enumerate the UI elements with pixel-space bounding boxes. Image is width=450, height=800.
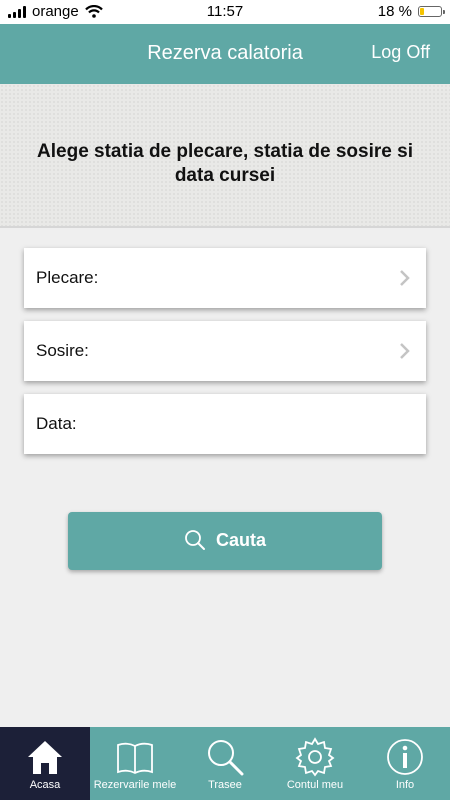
tab-acasa[interactable]: Acasa (0, 727, 90, 800)
logoff-button[interactable]: Log Off (371, 42, 430, 63)
divider (0, 226, 450, 228)
search-icon (185, 530, 205, 550)
date-label: Data: (36, 414, 77, 433)
tab-label: Trasee (208, 779, 242, 791)
instruction-banner: Alege statia de plecare, statia de sosir… (0, 84, 450, 226)
arrival-field[interactable]: Sosire: (24, 321, 426, 381)
departure-label: Plecare: (36, 268, 99, 287)
battery-percent: 18 % (377, 3, 412, 20)
tab-bar: Acasa Rezervarile mele Trasee Contul meu… (0, 727, 450, 800)
date-field[interactable]: Data: (24, 394, 426, 454)
book-icon (117, 742, 153, 775)
status-bar: orange 11:57 18 % (0, 0, 450, 24)
chevron-right-icon (400, 343, 410, 359)
tab-label: Rezervarile mele (93, 779, 177, 791)
tab-label: Acasa (29, 779, 61, 791)
info-icon (387, 739, 423, 775)
search-button-label: Cauta (215, 529, 266, 550)
tab-info[interactable]: Info (360, 727, 450, 800)
tab-trasee[interactable]: Trasee (180, 727, 270, 800)
tab-rezervarile-mele[interactable]: Rezervarile mele (90, 727, 180, 800)
tab-contul-meu[interactable]: Contul meu (270, 727, 360, 800)
status-right: 18 % (377, 3, 445, 20)
chevron-right-icon (400, 270, 410, 286)
tab-label: Info (395, 779, 415, 791)
search-button[interactable]: Cauta (68, 512, 382, 570)
departure-field[interactable]: Plecare: (24, 248, 426, 308)
battery-fill (420, 8, 424, 15)
battery-icon (418, 6, 445, 17)
instruction-text: Alege statia de plecare, statia de sosir… (37, 141, 413, 186)
tab-label: Contul meu (286, 779, 344, 791)
search-icon (208, 740, 244, 776)
home-icon (28, 741, 62, 774)
app-header: Rezerva calatoria Log Off (0, 24, 450, 84)
arrival-label: Sosire: (36, 341, 89, 360)
search-button-content: Cauta (68, 529, 382, 551)
gear-icon (295, 737, 335, 777)
